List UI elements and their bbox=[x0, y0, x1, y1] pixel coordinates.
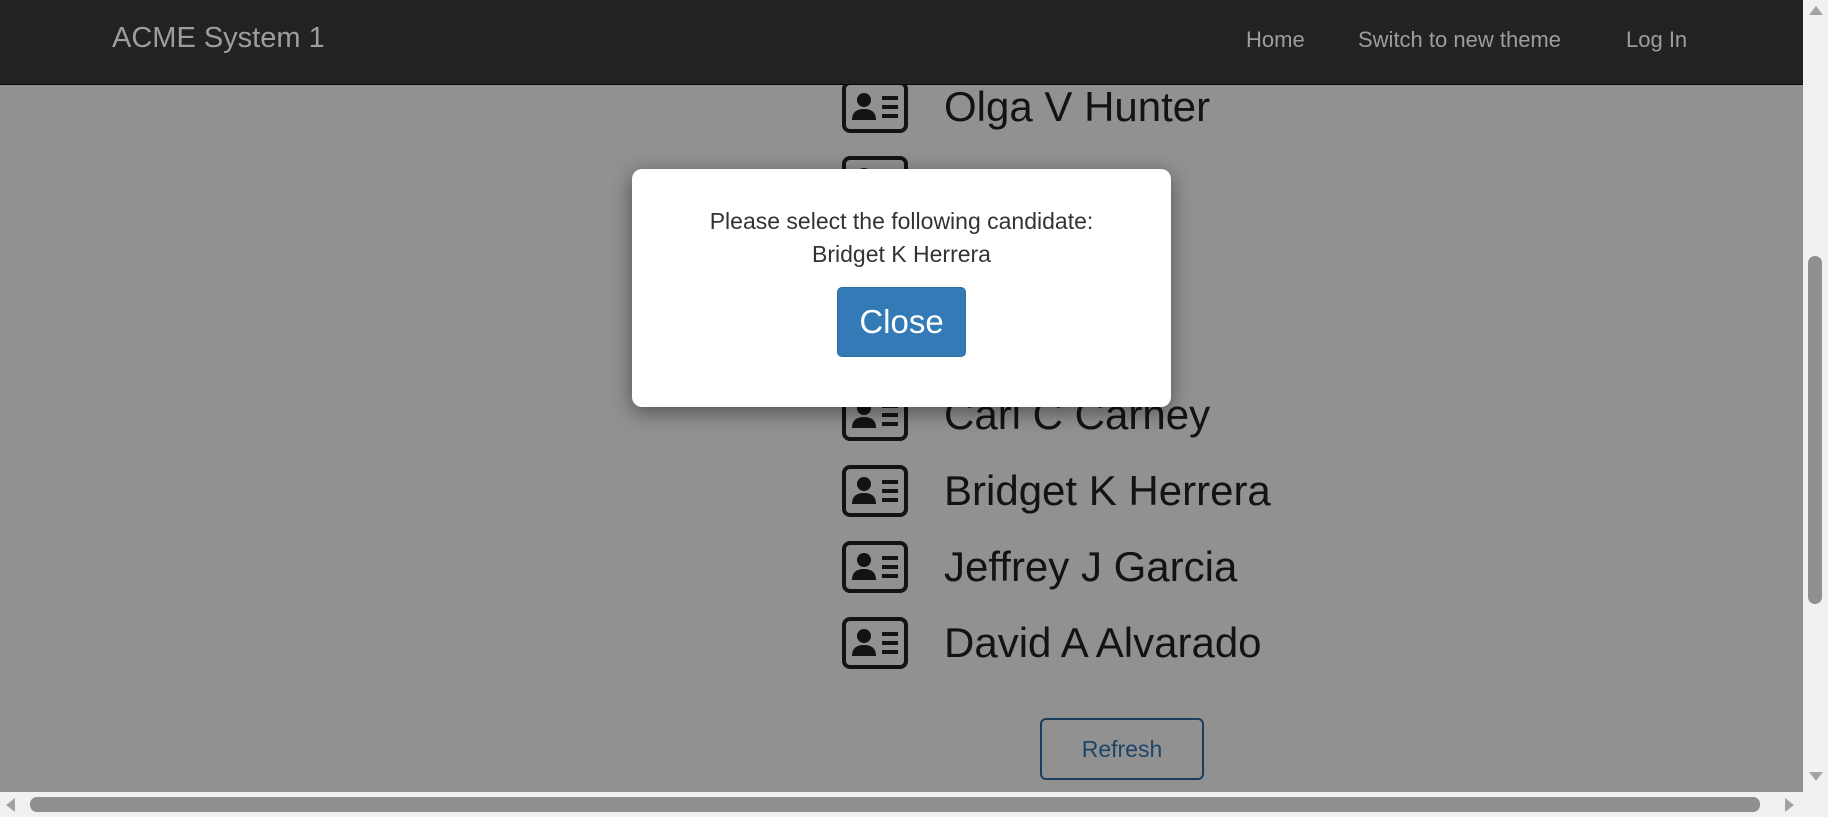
scroll-left-arrow-icon[interactable] bbox=[6, 798, 15, 812]
scroll-up-arrow-icon[interactable] bbox=[1809, 6, 1823, 15]
candidate-modal: Please select the following candidate: B… bbox=[632, 169, 1171, 407]
horizontal-scrollbar-thumb[interactable] bbox=[30, 797, 1760, 812]
modal-candidate-name: Bridget K Herrera bbox=[812, 241, 991, 267]
nav-login-link[interactable]: Log In bbox=[1626, 27, 1687, 53]
close-button[interactable]: Close bbox=[837, 287, 966, 357]
modal-message: Please select the following candidate: bbox=[709, 208, 1094, 234]
vertical-scrollbar-thumb[interactable] bbox=[1808, 256, 1822, 604]
browser-viewport: Olga V Hunter Carl C Carney Bridget K He… bbox=[0, 0, 1803, 792]
nav-switch-theme-link[interactable]: Switch to new theme bbox=[1358, 27, 1561, 53]
scroll-right-arrow-icon[interactable] bbox=[1785, 798, 1794, 812]
brand-link[interactable]: ACME System 1 bbox=[112, 22, 325, 55]
modal-message-block: Please select the following candidate: B… bbox=[632, 205, 1171, 271]
top-navbar: ACME System 1 Home Switch to new theme L… bbox=[0, 0, 1803, 85]
nav-home-link[interactable]: Home bbox=[1246, 27, 1305, 53]
scroll-down-arrow-icon[interactable] bbox=[1809, 772, 1823, 781]
